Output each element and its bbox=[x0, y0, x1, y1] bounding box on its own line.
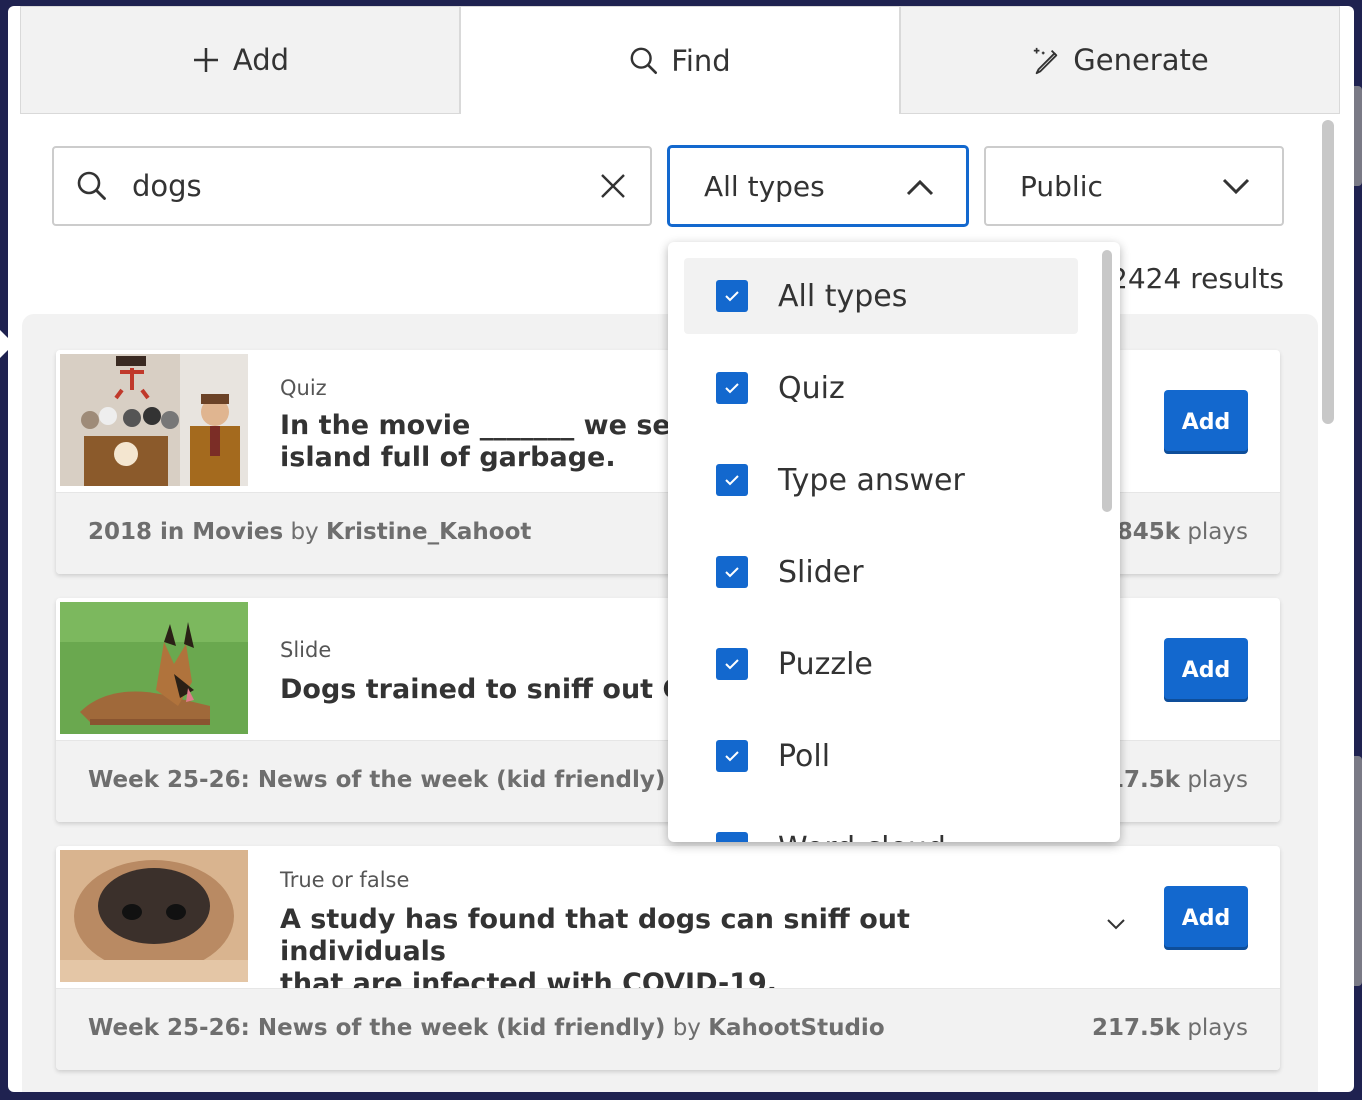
plays-label: plays bbox=[1187, 767, 1248, 793]
type-option-quiz[interactable]: Quiz bbox=[684, 350, 1078, 426]
search-icon bbox=[76, 170, 108, 202]
type-option-label: Slider bbox=[778, 554, 864, 590]
type-option-type-answer[interactable]: Type answer bbox=[684, 442, 1078, 518]
tab-add[interactable]: Add bbox=[20, 6, 460, 114]
plays-count-value: 845k bbox=[1116, 519, 1180, 545]
question-type: Quiz bbox=[280, 376, 327, 400]
kahoot-source: Week 25-26: News of the week (kid friend… bbox=[88, 767, 701, 793]
dropdown-scrollbar[interactable] bbox=[1102, 250, 1112, 512]
plus-icon bbox=[191, 45, 221, 75]
by-label: by bbox=[672, 1015, 701, 1041]
play-count: 845k plays bbox=[1117, 519, 1248, 545]
chevron-up-icon bbox=[906, 170, 934, 203]
tab-add-label: Add bbox=[232, 43, 290, 77]
play-count: 17.5k plays bbox=[1108, 767, 1248, 793]
kahoot-title[interactable]: Week 25-26: News of the week (kid friend… bbox=[88, 767, 665, 793]
search-icon bbox=[629, 46, 659, 76]
magic-pen-icon bbox=[1031, 45, 1061, 75]
checkbox-checked-icon[interactable] bbox=[716, 740, 748, 772]
add-content-panel: Add Find Generate All types Publ bbox=[8, 6, 1354, 1092]
kahoot-source: Week 25-26: News of the week (kid friend… bbox=[88, 1015, 885, 1041]
author-name[interactable]: KahootStudio bbox=[708, 1015, 884, 1041]
type-option-puzzle[interactable]: Puzzle bbox=[684, 626, 1078, 702]
expand-chevron-icon[interactable] bbox=[1104, 912, 1128, 936]
visibility-filter-value: Public bbox=[1020, 169, 1103, 203]
checkbox-checked-icon[interactable] bbox=[716, 280, 748, 312]
type-option-label: Puzzle bbox=[778, 646, 873, 682]
checkbox-checked-icon[interactable] bbox=[716, 372, 748, 404]
question-image bbox=[60, 850, 248, 982]
tab-find[interactable]: Find bbox=[460, 6, 900, 114]
kahoot-title[interactable]: 2018 in Movies bbox=[88, 519, 283, 545]
plays-label: plays bbox=[1187, 1015, 1248, 1041]
type-option-label: Type answer bbox=[778, 462, 965, 498]
tab-bar: Add Find Generate bbox=[20, 6, 1340, 114]
clear-search-icon[interactable] bbox=[598, 171, 628, 201]
visibility-filter-select[interactable]: Public bbox=[984, 146, 1284, 226]
chevron-down-icon bbox=[1222, 170, 1250, 203]
add-question-button[interactable]: Add bbox=[1164, 886, 1248, 950]
add-question-button[interactable]: Add bbox=[1164, 390, 1248, 454]
type-filter-value: All types bbox=[704, 169, 825, 203]
question-image bbox=[60, 602, 248, 734]
type-option-label: All types bbox=[778, 278, 908, 314]
kahoot-title[interactable]: Week 25-26: News of the week (kid friend… bbox=[88, 1015, 665, 1041]
add-question-button[interactable]: Add bbox=[1164, 638, 1248, 702]
checkbox-checked-icon[interactable] bbox=[716, 832, 748, 842]
result-card-footer: Week 25-26: News of the week (kid friend… bbox=[56, 988, 1280, 1070]
checkbox-checked-icon[interactable] bbox=[716, 648, 748, 680]
panel-scrollbar[interactable] bbox=[1322, 120, 1334, 424]
type-option-all-types[interactable]: All types bbox=[684, 258, 1078, 334]
type-filter-select[interactable]: All types bbox=[668, 146, 968, 226]
by-label: by bbox=[290, 519, 319, 545]
author-name[interactable]: Kristine_Kahoot bbox=[326, 519, 531, 545]
type-filter-dropdown: All types Quiz Type answer Slider Puzzle… bbox=[668, 242, 1120, 842]
result-card-header: True or false A study has found that dog… bbox=[56, 846, 1280, 999]
type-option-slider[interactable]: Slider bbox=[684, 534, 1078, 610]
type-option-label: Quiz bbox=[778, 370, 845, 406]
plays-label: plays bbox=[1187, 519, 1248, 545]
checkbox-checked-icon[interactable] bbox=[716, 556, 748, 588]
kahoot-source: 2018 in Movies by Kristine_Kahoot bbox=[88, 519, 531, 545]
result-card[interactable]: True or false A study has found that dog… bbox=[56, 846, 1280, 1070]
type-option-label: Word cloud bbox=[778, 831, 946, 843]
tab-find-label: Find bbox=[671, 43, 731, 78]
question-image bbox=[60, 354, 248, 486]
type-option-poll[interactable]: Poll bbox=[684, 718, 1078, 794]
type-option-label: Poll bbox=[778, 738, 831, 774]
tab-generate-label: Generate bbox=[1073, 43, 1209, 77]
play-count: 217.5k plays bbox=[1092, 1015, 1248, 1041]
plays-count-value: 217.5k bbox=[1091, 1015, 1180, 1041]
search-box[interactable] bbox=[52, 146, 652, 226]
checkbox-checked-icon[interactable] bbox=[716, 464, 748, 496]
tab-generate[interactable]: Generate bbox=[900, 6, 1340, 114]
question-type: Slide bbox=[280, 638, 332, 662]
panel-pointer bbox=[0, 330, 14, 358]
question-type: True or false bbox=[280, 868, 410, 892]
search-input[interactable] bbox=[132, 169, 598, 203]
question-text-line: A study has found that dogs can sniff ou… bbox=[280, 904, 910, 967]
type-option-word-cloud[interactable]: Word cloud bbox=[684, 810, 1078, 842]
results-count: 2424 results bbox=[1110, 262, 1284, 295]
question-text: A study has found that dogs can sniff ou… bbox=[280, 904, 1070, 1000]
